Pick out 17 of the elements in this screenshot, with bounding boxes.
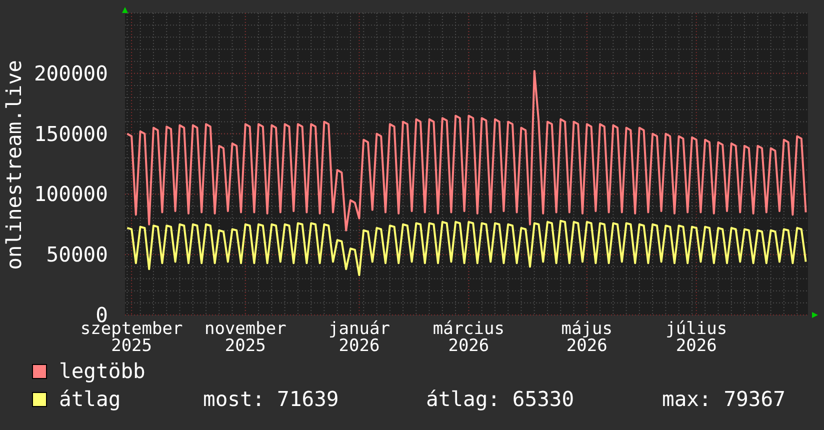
axis-arrow-icon	[122, 7, 128, 13]
y-axis-label: onlinestream.live	[2, 60, 26, 270]
y-tick-label: 200000	[34, 61, 108, 86]
x-tick-label: március 2026	[432, 319, 505, 352]
legend-label: átlag	[59, 388, 122, 410]
x-tick-label: május 2026	[561, 319, 612, 352]
x-tick-label: január 2026	[328, 319, 390, 352]
legend-stat: max: 79367	[662, 388, 786, 410]
y-tick-label: 100000	[34, 182, 108, 206]
y-tick-label: 150000	[34, 122, 108, 146]
legend-stat: most: 71639	[203, 388, 340, 410]
y-tick-label: 50000	[46, 242, 108, 267]
x-tick-label: július 2026	[666, 319, 728, 352]
x-tick-label: november 2025	[204, 319, 286, 352]
legend-stat: átlag: 65330	[426, 388, 576, 410]
legend-label: legtöbb	[59, 360, 146, 382]
axis-arrow-icon	[812, 312, 818, 318]
